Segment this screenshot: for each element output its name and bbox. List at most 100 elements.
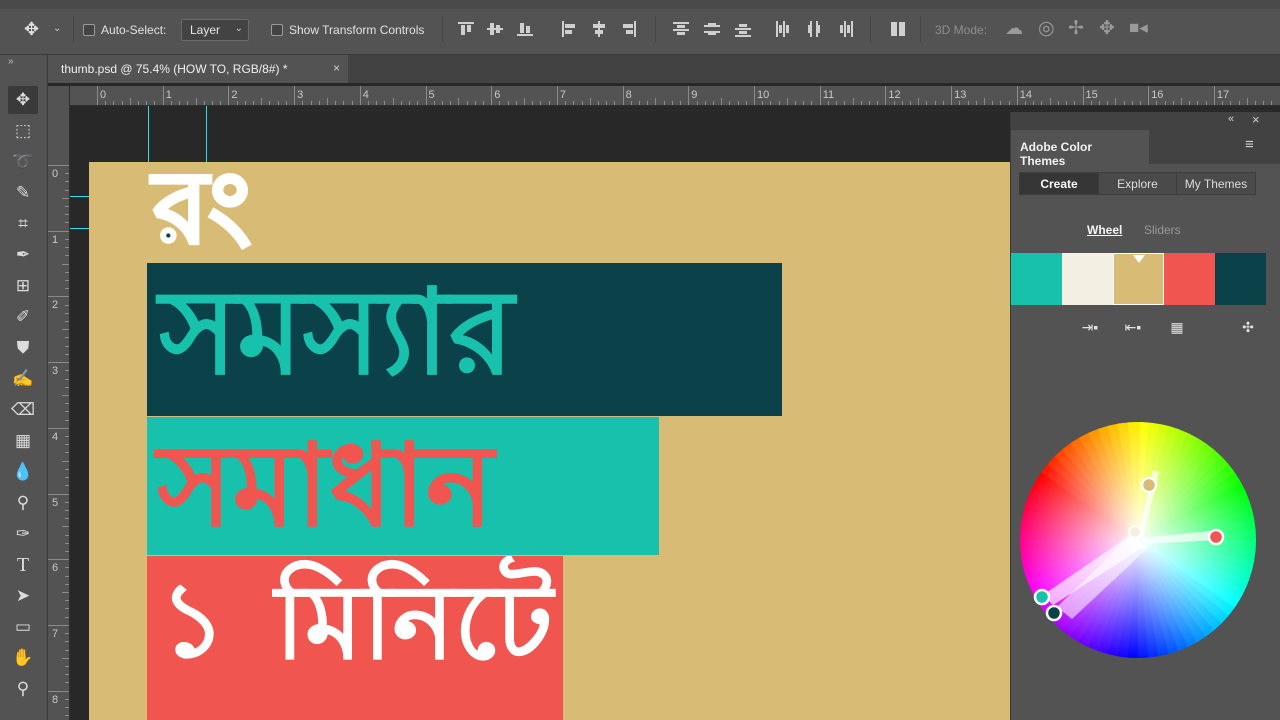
subtab-wheel[interactable]: Wheel bbox=[1087, 223, 1122, 237]
hand-tool-icon[interactable]: ✋ bbox=[8, 644, 38, 672]
align-left-icon[interactable] bbox=[560, 20, 578, 38]
color-swatch[interactable] bbox=[1113, 253, 1164, 305]
ruler-tick bbox=[1000, 101, 1002, 105]
path-select-tool-icon[interactable]: ➤ bbox=[8, 582, 38, 610]
headline-number-one: ১ bbox=[159, 559, 227, 681]
subtab-sliders[interactable]: Sliders bbox=[1144, 223, 1181, 237]
collapse-panel-icon[interactable]: « bbox=[1228, 113, 1234, 125]
tool-preset-caret-icon[interactable]: ⌄ bbox=[53, 23, 61, 34]
panel-menu-icon[interactable]: ≡ bbox=[1245, 136, 1254, 153]
3d-slide-icon[interactable]: ✥ bbox=[1099, 17, 1115, 40]
3d-orbit-icon[interactable]: ☁ bbox=[1005, 18, 1023, 39]
ruler-tick bbox=[65, 534, 69, 536]
dodge-tool-icon[interactable]: ⚲ bbox=[8, 489, 38, 517]
wheel-marker-teal[interactable] bbox=[1033, 588, 1051, 606]
ruler-tick bbox=[65, 321, 69, 323]
color-harmony-icon[interactable]: ✣ bbox=[1235, 319, 1261, 339]
ruler-tick bbox=[942, 101, 944, 105]
move-tool-icon[interactable]: ✥ bbox=[8, 86, 38, 114]
3d-pan-icon[interactable]: ✢ bbox=[1068, 17, 1084, 40]
wheel-marker-dark-teal[interactable] bbox=[1045, 604, 1063, 622]
eraser-tool-icon[interactable]: ⌫ bbox=[8, 396, 38, 424]
color-swatch[interactable] bbox=[1215, 253, 1266, 305]
zoom-tool-icon[interactable]: ⚲ bbox=[8, 675, 38, 703]
close-icon[interactable]: × bbox=[1252, 112, 1260, 127]
ruler-tick bbox=[1082, 86, 1084, 105]
color-wheel[interactable] bbox=[1019, 420, 1257, 660]
ruler-tick bbox=[65, 419, 69, 421]
gradient-tool-icon[interactable]: ▦ bbox=[8, 427, 38, 455]
align-top-icon[interactable] bbox=[457, 20, 475, 38]
ruler-label: 7 bbox=[559, 89, 567, 101]
distribute-vcenter-icon[interactable] bbox=[703, 20, 721, 38]
ruler-tick bbox=[400, 101, 402, 105]
pen-tool-icon[interactable]: ✑ bbox=[8, 520, 38, 548]
distribute-hcenter-icon[interactable] bbox=[805, 20, 823, 38]
ruler-tick bbox=[65, 238, 69, 240]
rectangle-tool-icon[interactable]: ▭ bbox=[8, 613, 38, 641]
guide-vertical[interactable] bbox=[206, 106, 207, 162]
tab-my-themes[interactable]: My Themes bbox=[1176, 172, 1256, 195]
auto-select-checkbox[interactable] bbox=[83, 24, 95, 36]
grid-icon[interactable]: ▦ bbox=[1164, 319, 1190, 339]
color-swatch[interactable] bbox=[1011, 253, 1062, 305]
auto-select-dropdown[interactable]: Layer ⌄ bbox=[181, 19, 249, 41]
ruler-label: 15 bbox=[1085, 89, 1098, 101]
ruler-label: 5 bbox=[52, 496, 59, 509]
align-bottom-icon[interactable] bbox=[516, 20, 534, 38]
tab-create[interactable]: Create bbox=[1019, 172, 1099, 195]
ruler-label: 16 bbox=[1151, 89, 1164, 101]
expand-toolbar-icon[interactable]: » bbox=[8, 56, 14, 67]
separator bbox=[442, 16, 443, 42]
horizontal-ruler[interactable]: 0 1 2 3 4 5 6 7 8 9 10 11 12 13 14 15 16 17 bbox=[70, 86, 1280, 106]
distribute-bottom-icon[interactable] bbox=[734, 20, 752, 38]
artboard[interactable]: রং সমস্যার সমাধান ১ মিনিটে bbox=[89, 162, 1010, 720]
type-tool-icon[interactable]: T bbox=[8, 551, 38, 579]
color-swatch[interactable] bbox=[1164, 253, 1215, 305]
add-to-swatches-icon[interactable]: ⇥▪ bbox=[1077, 319, 1103, 339]
move-tool-icon[interactable]: ✥ bbox=[24, 19, 39, 40]
ruler-tick bbox=[901, 101, 903, 105]
distribute-right-icon[interactable] bbox=[836, 20, 854, 38]
history-brush-tool-icon[interactable]: ✍ bbox=[8, 365, 38, 393]
vertical-ruler[interactable]: 0 1 2 3 4 5 6 7 8 bbox=[48, 86, 70, 720]
add-to-foreground-icon[interactable]: ⇤▪ bbox=[1120, 319, 1146, 339]
blur-tool-icon[interactable]: 💧 bbox=[8, 458, 38, 486]
align-right-icon[interactable] bbox=[620, 20, 638, 38]
close-icon[interactable]: × bbox=[333, 61, 340, 75]
healing-brush-tool-icon[interactable]: ⊞ bbox=[8, 272, 38, 300]
3d-camera-icon[interactable]: ■◂ bbox=[1129, 18, 1148, 38]
wheel-marker-cream[interactable] bbox=[1128, 525, 1142, 539]
align-vcenter-icon[interactable] bbox=[486, 20, 504, 38]
distribute-left-icon[interactable] bbox=[774, 20, 792, 38]
guide-vertical[interactable] bbox=[148, 106, 149, 162]
guide-horizontal[interactable] bbox=[70, 228, 89, 229]
ruler-tick bbox=[105, 101, 107, 105]
color-swatch[interactable] bbox=[1062, 253, 1113, 305]
tab-adobe-color-themes[interactable]: Adobe Color Themes bbox=[1011, 130, 1149, 168]
ruler-tick bbox=[65, 173, 69, 175]
lasso-tool-icon[interactable]: ➰ bbox=[8, 148, 38, 176]
wheel-marker-coral[interactable] bbox=[1207, 528, 1225, 546]
3d-roll-icon[interactable]: ◎ bbox=[1038, 17, 1055, 40]
guide-horizontal[interactable] bbox=[70, 196, 89, 197]
ruler-tick bbox=[48, 296, 69, 298]
tab-explore[interactable]: Explore bbox=[1098, 172, 1177, 195]
ruler-tick bbox=[65, 452, 69, 454]
distribute-top-icon[interactable] bbox=[672, 20, 690, 38]
marquee-tool-icon[interactable]: ⬚ bbox=[8, 117, 38, 145]
ruler-tick bbox=[1016, 86, 1018, 105]
brush-tool-icon[interactable]: ✐ bbox=[8, 303, 38, 331]
align-hcenter-icon[interactable] bbox=[590, 20, 608, 38]
clone-stamp-tool-icon[interactable]: ⛊ bbox=[8, 334, 38, 362]
wheel-marker-base[interactable] bbox=[1140, 476, 1158, 494]
crop-tool-icon[interactable]: ⌗ bbox=[8, 210, 38, 238]
show-transform-checkbox[interactable] bbox=[271, 24, 283, 36]
quick-select-tool-icon[interactable]: ✎ bbox=[8, 179, 38, 207]
eyedropper-tool-icon[interactable]: ✒ bbox=[8, 241, 38, 269]
ruler-tick bbox=[1115, 98, 1117, 105]
tab-thumb-psd[interactable]: thumb.psd @ 75.4% (HOW TO, RGB/8#) * × bbox=[48, 55, 348, 83]
ruler-label: 4 bbox=[362, 89, 369, 101]
auto-align-icon[interactable] bbox=[889, 20, 907, 38]
ruler-tick bbox=[1139, 101, 1141, 105]
